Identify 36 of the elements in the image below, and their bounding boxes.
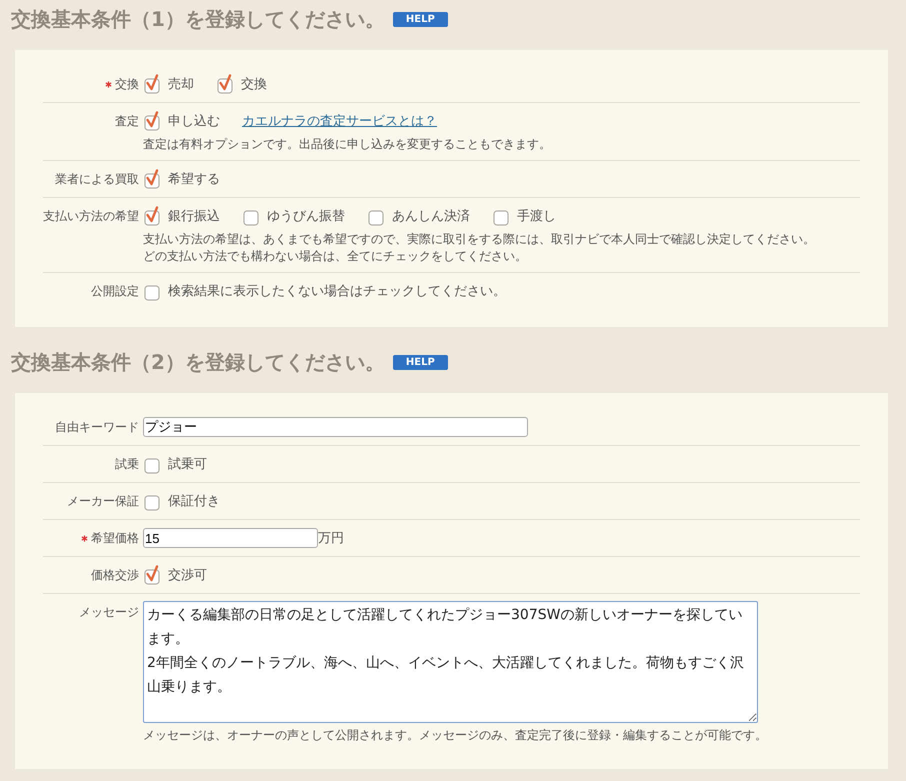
option-label: 銀行振込: [168, 208, 220, 225]
option-label: 検索結果に表示したくない場合はチェックしてください。: [168, 283, 506, 300]
option-label: 交渉可: [168, 567, 207, 584]
option-label: 交換: [241, 76, 267, 93]
option-label: 売却: [168, 76, 194, 93]
option-label: 希望する: [168, 171, 220, 188]
help-text: 支払い方法の希望は、あくまでも希望ですので、実際に取引をする際には、取引ナビで本人同士で確認し決定してください。: [143, 231, 816, 248]
field-label: 希望価格: [91, 530, 139, 547]
help-text: メッセージは、オーナーの声として公開されます。メッセージのみ、査定完了後に登録・編集することが可能です。: [143, 727, 768, 744]
field-label: 交換: [115, 76, 139, 93]
option-label: 試乗可: [168, 456, 207, 473]
field-label: メッセージ: [79, 604, 139, 621]
unit-label: 万円: [318, 530, 344, 547]
option-label: 保証付き: [168, 493, 220, 510]
field-label: 査定: [115, 113, 139, 130]
field-label: メーカー保証: [67, 493, 139, 510]
section-title: 交換基本条件（2）を登録してください。: [11, 348, 385, 376]
message-textarea[interactable]: カーくる編集部の日常の足として活躍してくれたプジョー307SWの新しいオーナーを探しています。 2年間全くのノートラブル、海へ、山へ、イベントへ、大活躍してくれました。荷物もすごく沢山乗ります。: [143, 601, 758, 723]
option-label: 申し込む: [168, 113, 220, 130]
option-label: あんしん決済: [392, 208, 470, 225]
help-text: どの支払い方法でも構わない場合は、全てにチェックをしてください。: [143, 248, 528, 265]
help-button[interactable]: HELP: [392, 12, 448, 26]
option-label: ゆうびん振替: [267, 208, 345, 225]
text-input[interactable]: プジョー: [143, 417, 528, 437]
field-label: 支払い方法の希望: [43, 208, 139, 225]
section-title: 交換基本条件（1）を登録してください。: [11, 6, 385, 32]
help-button[interactable]: HELP: [392, 354, 448, 370]
field-label: 価格交渉: [91, 567, 139, 584]
help-text: 査定は有料オプションです。出品後に申し込みを変更することもできます。: [143, 136, 552, 153]
field-label: 業者による買取: [55, 171, 139, 188]
info-link[interactable]: カエルナラの査定サービスとは？: [242, 112, 437, 130]
field-label: 公開設定: [91, 283, 139, 300]
text-input[interactable]: 15: [143, 528, 318, 548]
field-label: 試乗: [115, 456, 139, 473]
field-label: 自由キーワード: [55, 419, 139, 436]
option-label: 手渡し: [517, 208, 556, 225]
